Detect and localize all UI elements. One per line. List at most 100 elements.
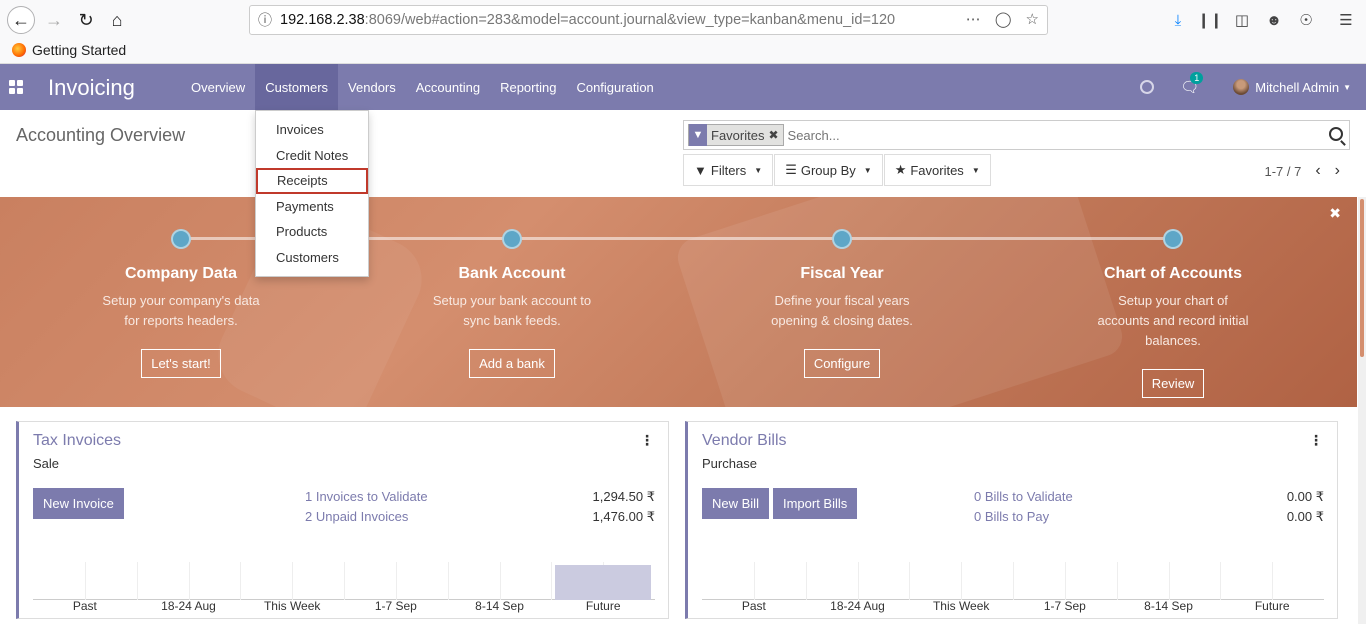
- step-title: Chart of Accounts: [1103, 265, 1243, 282]
- pager-previous-icon[interactable]: ‹: [1315, 162, 1320, 180]
- add-bank-button[interactable]: Add a bank: [469, 349, 555, 378]
- dropdown-item-invoices[interactable]: Invoices: [256, 117, 368, 143]
- chart-gridline: [909, 562, 911, 600]
- messaging-chat-icon[interactable]: 🗨 1: [1180, 72, 1204, 96]
- filter-icon: ▼: [689, 124, 707, 146]
- group-by-label: Group By: [800, 162, 856, 178]
- pager-value[interactable]: 1-7 / 7: [1264, 164, 1301, 179]
- url-bar[interactable]: ⓘ 192.168.2.38:8069/web#action=283&model…: [249, 5, 1048, 35]
- kebab-menu-icon[interactable]: ⋮: [1309, 432, 1323, 449]
- chart-gridline: [395, 562, 397, 600]
- chart-gridline: [753, 562, 755, 600]
- chart-gridline: [499, 562, 501, 600]
- extension-icon[interactable]: ☻: [1258, 0, 1290, 40]
- new-invoice-button[interactable]: New Invoice: [33, 488, 124, 519]
- caret-down-icon[interactable]: ▼: [1343, 83, 1351, 92]
- bills-to-pay-link[interactable]: 0 Bills to Pay: [974, 509, 1049, 529]
- caret-down-icon: ▼: [971, 165, 980, 175]
- x-tick-label: 1-7 Sep: [374, 599, 417, 613]
- lets-start-button[interactable]: Let's start!: [141, 349, 221, 378]
- x-tick-label: 18-24 Aug: [161, 599, 216, 613]
- chart-gridline: [1168, 562, 1170, 600]
- kebab-menu-icon[interactable]: ⋮: [640, 432, 654, 449]
- bookmark-getting-started[interactable]: Getting Started: [12, 42, 126, 58]
- pocket-icon[interactable]: ◯: [995, 10, 1012, 28]
- page-actions-icon[interactable]: ⋯: [966, 10, 981, 28]
- bookmark-star-icon[interactable]: ☆: [1026, 10, 1039, 28]
- systray: 🗨 1 Mitchell Admin ▼: [1140, 64, 1366, 110]
- dropdown-item-customers[interactable]: Customers: [256, 245, 368, 271]
- breadcrumb: Accounting Overview: [16, 125, 186, 145]
- new-bill-button[interactable]: New Bill: [702, 488, 769, 519]
- close-icon[interactable]: ✖: [1329, 205, 1341, 222]
- search-icon[interactable]: [1329, 127, 1343, 141]
- favorites-label: Favorites: [910, 162, 964, 178]
- back-arrow-icon[interactable]: ←: [7, 6, 35, 34]
- account-icon[interactable]: ☉: [1290, 0, 1322, 40]
- step-description: Setup your bank account to sync bank fee…: [432, 293, 592, 328]
- home-icon[interactable]: ⌂: [103, 6, 131, 34]
- chart-gridline: [136, 562, 138, 600]
- stat-value: 0.00 ₹: [1286, 509, 1324, 524]
- pager-next-icon[interactable]: ›: [1335, 162, 1340, 180]
- import-bills-button[interactable]: Import Bills: [772, 488, 858, 519]
- avatar[interactable]: [1233, 79, 1250, 95]
- chart-gridline: [292, 562, 294, 600]
- main-navbar: Invoicing Overview Customers Vendors Acc…: [0, 64, 1366, 110]
- journal-bar-chart[interactable]: [702, 562, 1324, 600]
- scrollbar[interactable]: [1358, 197, 1366, 624]
- review-button[interactable]: Review: [1141, 369, 1205, 398]
- card-title[interactable]: Vendor Bills: [702, 432, 787, 450]
- card-title[interactable]: Tax Invoices: [33, 432, 121, 450]
- scroll-thumb[interactable]: [1360, 199, 1364, 357]
- x-tick-label: Future: [1254, 599, 1290, 613]
- facet-remove-icon[interactable]: ✖: [768, 128, 782, 142]
- stat-value: 1,476.00 ₹: [592, 509, 656, 524]
- apps-grid-icon[interactable]: [9, 80, 23, 94]
- search-box: ▼ Favorites ✖: [683, 120, 1350, 150]
- menu-reporting[interactable]: Reporting: [490, 64, 566, 110]
- x-tick-label: This Week: [263, 599, 321, 613]
- menu-vendors[interactable]: Vendors: [338, 64, 406, 110]
- hamburger-menu-icon[interactable]: ☰: [1330, 0, 1362, 40]
- app-brand[interactable]: Invoicing: [48, 75, 135, 101]
- reload-icon[interactable]: ↻: [72, 6, 100, 34]
- chart-gridline: [1220, 562, 1222, 600]
- bookmarks-bar: Getting Started: [0, 40, 1366, 64]
- download-icon[interactable]: ⤓: [1162, 0, 1194, 40]
- favorites-button[interactable]: ★ Favorites ▼: [883, 154, 991, 186]
- dropdown-item-credit-notes[interactable]: Credit Notes: [256, 143, 368, 169]
- forward-arrow-icon[interactable]: →: [40, 6, 68, 34]
- menu-overview[interactable]: Overview: [181, 64, 255, 110]
- bills-to-validate-link[interactable]: 0 Bills to Validate: [974, 489, 1073, 509]
- filters-button[interactable]: ▼ Filters ▼: [683, 154, 774, 186]
- unpaid-invoices-link[interactable]: 2 Unpaid Invoices: [305, 509, 408, 529]
- menu-accounting[interactable]: Accounting: [406, 64, 490, 110]
- journal-bar-chart[interactable]: [33, 562, 655, 600]
- user-menu-name[interactable]: Mitchell Admin: [1255, 80, 1339, 95]
- chart-gridline: [551, 562, 553, 600]
- step-dot: [502, 229, 522, 249]
- search-input[interactable]: [787, 127, 1288, 143]
- x-tick-label: Future: [585, 599, 621, 613]
- journal-card-vendor-bills: Vendor Bills Purchase ⋮ New Bill Import …: [685, 421, 1338, 619]
- activity-clock-icon[interactable]: [1140, 80, 1155, 94]
- search-facet[interactable]: ▼ Favorites ✖: [688, 124, 784, 146]
- dropdown-item-payments[interactable]: Payments: [256, 194, 368, 220]
- menu-configuration[interactable]: Configuration: [566, 64, 663, 110]
- invoices-to-validate-link[interactable]: 1 Invoices to Validate: [305, 489, 428, 509]
- sidebar-icon[interactable]: ◫: [1226, 0, 1258, 40]
- group-by-button[interactable]: ☰ Group By ▼: [774, 154, 883, 186]
- configure-button[interactable]: Configure: [803, 349, 881, 378]
- library-icon[interactable]: ❙❙: [1194, 0, 1226, 40]
- menu-customers[interactable]: Customers: [255, 64, 339, 110]
- info-icon[interactable]: ⓘ: [250, 10, 280, 30]
- chart-gridline: [857, 562, 859, 600]
- chart-bar-5[interactable]: [555, 565, 651, 600]
- customers-dropdown: Invoices Credit Notes Receipts Payments …: [255, 110, 369, 277]
- dropdown-item-products[interactable]: Products: [256, 219, 368, 245]
- step-dot: [171, 229, 191, 249]
- card-subtitle: Sale: [33, 456, 60, 471]
- dropdown-item-receipts[interactable]: Receipts: [256, 168, 368, 194]
- step-dot: [1163, 229, 1183, 249]
